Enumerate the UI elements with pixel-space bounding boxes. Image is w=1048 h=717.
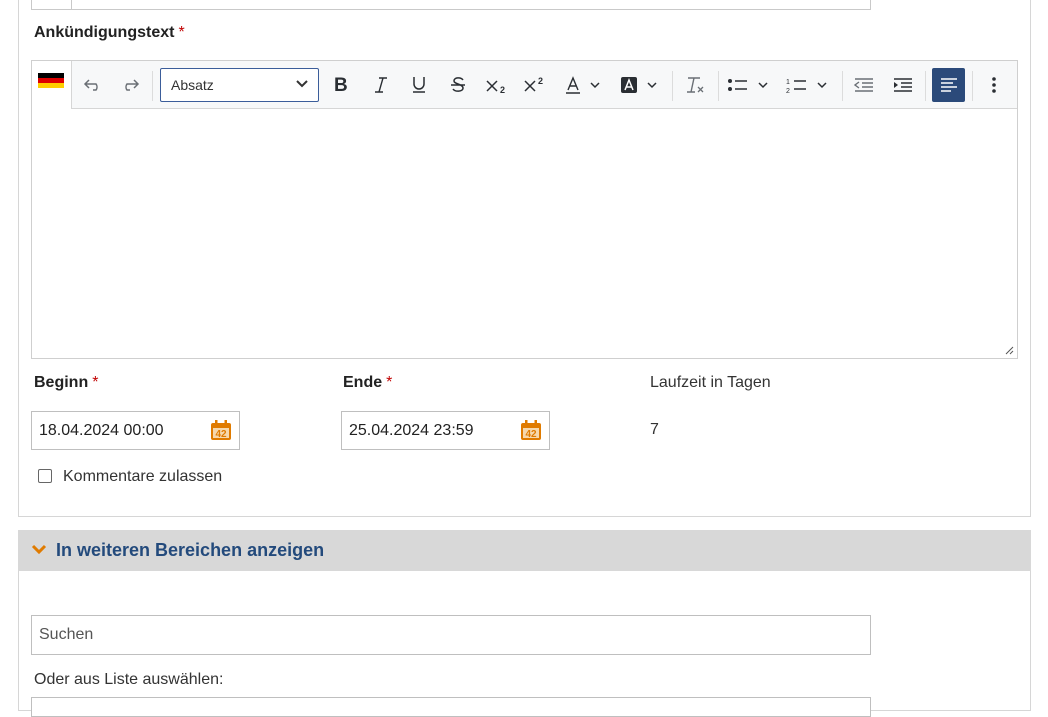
announcement-label-text: Ankündigungstext xyxy=(34,24,175,41)
calendar-icon[interactable]: 42 xyxy=(520,419,542,441)
svg-text:2: 2 xyxy=(786,88,790,94)
required-marker: * xyxy=(178,24,185,41)
begin-label: Beginn * xyxy=(34,374,98,392)
editor-content-area[interactable] xyxy=(32,109,1017,358)
calendar-badge: 42 xyxy=(525,429,537,440)
toolbar-separator xyxy=(842,71,843,101)
language-switch-button[interactable] xyxy=(32,61,72,109)
rich-text-editor[interactable]: Absatz B 2 2 1 2 xyxy=(31,60,1018,359)
area-list-box[interactable] xyxy=(31,697,871,717)
svg-text:2: 2 xyxy=(500,85,505,94)
toolbar-separator xyxy=(152,71,153,101)
subscript-icon[interactable]: 2 xyxy=(484,61,510,109)
chevron-down-icon xyxy=(31,544,47,555)
begin-date-value: 18.04.2024 00:00 xyxy=(39,422,164,439)
italic-icon[interactable] xyxy=(370,61,392,109)
paragraph-format-select[interactable]: Absatz xyxy=(160,68,319,102)
announcement-label: Ankündigungstext * xyxy=(34,24,185,42)
calendar-badge: 42 xyxy=(215,429,227,440)
toolbar-separator xyxy=(672,71,673,101)
toolbar-separator xyxy=(972,71,973,101)
other-areas-section-header[interactable]: In weiteren Bereichen anzeigen xyxy=(18,530,1031,571)
undo-icon[interactable] xyxy=(82,61,104,109)
previous-input-field[interactable] xyxy=(31,0,871,10)
begin-label-text: Beginn xyxy=(34,374,89,391)
end-date-input[interactable]: 25.04.2024 23:59 42 xyxy=(341,411,550,450)
end-label-text: Ende xyxy=(343,374,383,391)
toolbar-separator xyxy=(718,71,719,101)
editor-toolbar: Absatz B 2 2 1 2 xyxy=(32,61,1017,109)
search-input[interactable] xyxy=(31,615,871,655)
de-flag-icon xyxy=(38,73,64,88)
end-date-value: 25.04.2024 23:59 xyxy=(349,422,474,439)
strikethrough-icon[interactable] xyxy=(447,61,469,109)
format-select-value: Absatz xyxy=(171,77,214,93)
svg-text:B: B xyxy=(334,76,348,94)
text-color-icon[interactable] xyxy=(564,61,604,109)
language-cell xyxy=(32,0,72,9)
chevron-down-icon xyxy=(296,80,308,88)
resize-handle-icon[interactable] xyxy=(1004,345,1014,355)
align-left-icon[interactable] xyxy=(932,68,965,102)
calendar-icon[interactable]: 42 xyxy=(210,419,232,441)
select-from-list-label: Oder aus Liste auswählen: xyxy=(34,671,224,688)
svg-text:1: 1 xyxy=(786,79,790,86)
duration-label: Laufzeit in Tagen xyxy=(650,374,771,391)
underline-icon[interactable] xyxy=(408,61,430,109)
allow-comments-checkbox[interactable] xyxy=(38,469,52,483)
more-icon[interactable] xyxy=(982,61,1006,109)
duration-value: 7 xyxy=(650,421,659,438)
begin-date-input[interactable]: 18.04.2024 00:00 42 xyxy=(31,411,240,450)
redo-icon[interactable] xyxy=(119,61,141,109)
required-marker: * xyxy=(386,374,393,391)
indent-icon[interactable] xyxy=(890,61,916,109)
bullet-list-icon[interactable] xyxy=(726,61,772,109)
highlight-color-icon[interactable] xyxy=(619,61,661,109)
other-areas-title: In weiteren Bereichen anzeigen xyxy=(56,540,325,560)
superscript-icon[interactable]: 2 xyxy=(522,61,548,109)
outdent-icon[interactable] xyxy=(851,61,877,109)
svg-text:2: 2 xyxy=(538,76,543,86)
toolbar-separator xyxy=(925,71,926,101)
allow-comments-label[interactable]: Kommentare zulassen xyxy=(63,468,222,486)
end-label: Ende * xyxy=(343,374,392,392)
clear-formatting-icon[interactable] xyxy=(682,61,708,109)
required-marker: * xyxy=(92,374,99,391)
bold-icon[interactable]: B xyxy=(330,61,352,109)
numbered-list-icon[interactable]: 12 xyxy=(785,61,831,109)
